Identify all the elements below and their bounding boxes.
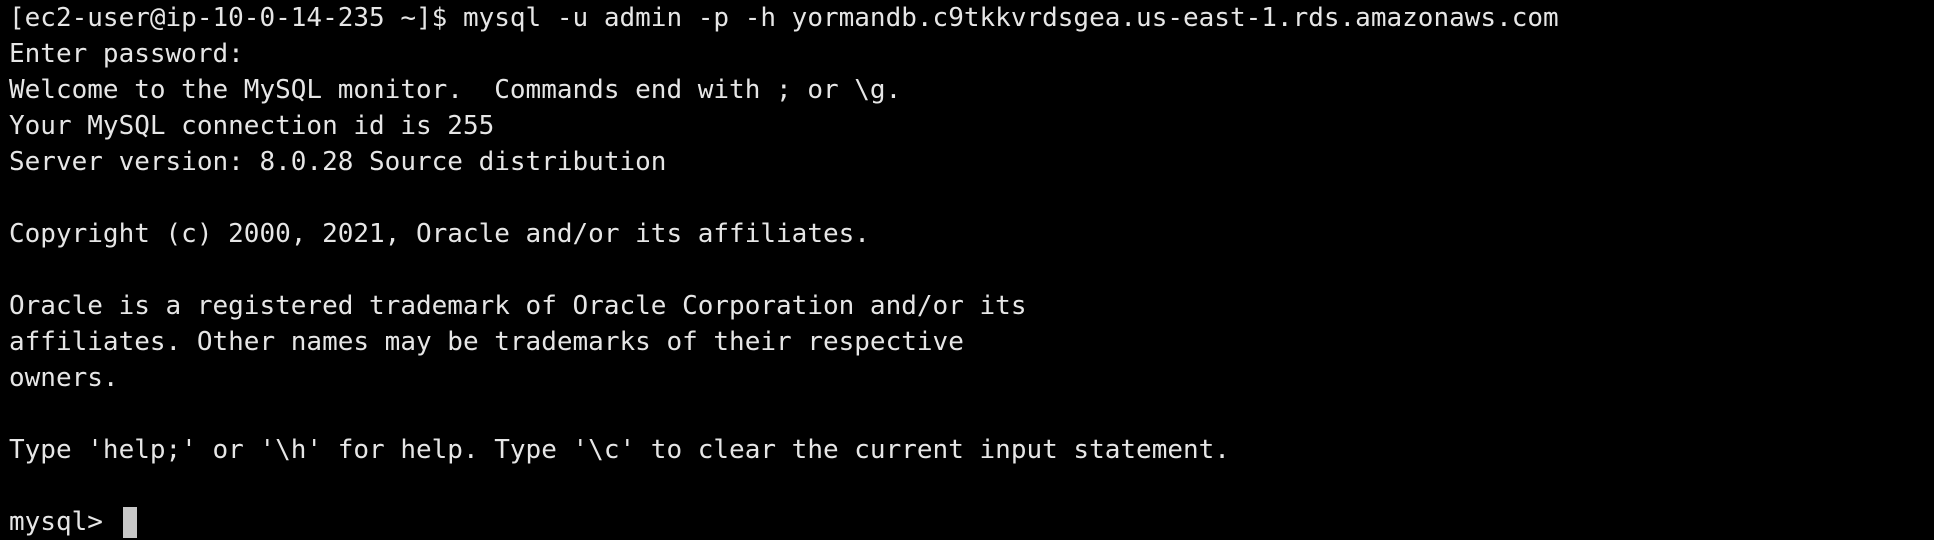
mysql-input-line[interactable]: mysql> [9,504,1934,540]
shell-command-line: [ec2-user@ip-10-0-14-235 ~]$ mysql -u ad… [9,3,1559,33]
help-hint-line: Type 'help;' or '\h' for help. Type '\c'… [9,435,1230,465]
text-cursor [122,506,137,538]
server-version-line: Server version: 8.0.28 Source distributi… [9,147,667,177]
trademark-line-1: Oracle is a registered trademark of Orac… [9,291,1027,321]
mysql-prompt: mysql> [9,507,119,537]
copyright-line: Copyright (c) 2000, 2021, Oracle and/or … [9,219,870,249]
trademark-line-3: owners. [9,363,119,393]
welcome-line: Welcome to the MySQL monitor. Commands e… [9,75,902,105]
trademark-line-2: affiliates. Other names may be trademark… [9,327,964,357]
terminal-window[interactable]: [ec2-user@ip-10-0-14-235 ~]$ mysql -u ad… [0,0,1934,540]
password-prompt-line: Enter password: [9,39,244,69]
connection-id-line: Your MySQL connection id is 255 [9,111,495,141]
